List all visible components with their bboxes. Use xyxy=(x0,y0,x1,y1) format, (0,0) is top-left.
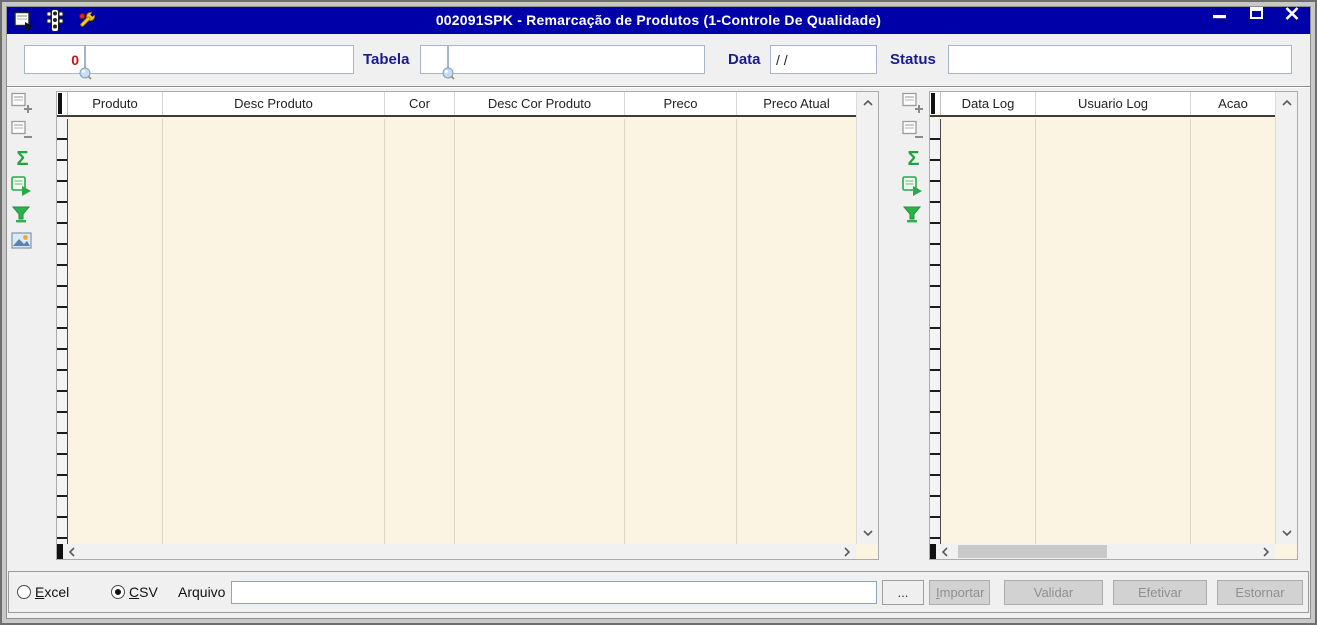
scroll-right-icon[interactable] xyxy=(1257,544,1275,559)
col-cor[interactable]: Cor xyxy=(385,92,455,115)
validar-button[interactable]: Validar xyxy=(1004,580,1103,605)
export-record-icon[interactable] xyxy=(10,174,33,197)
efetivar-button[interactable]: Efetivar xyxy=(1113,580,1207,605)
maximize-button[interactable] xyxy=(1249,6,1265,21)
wrench-icon[interactable] xyxy=(77,10,98,31)
sum-icon[interactable]: Σ xyxy=(902,148,925,171)
products-grid-header: Produto Desc Produto Cor Desc Cor Produt… xyxy=(57,92,856,117)
form-window-icon[interactable] xyxy=(14,11,35,32)
sum-icon[interactable]: Σ xyxy=(11,148,34,171)
lookup-icon[interactable] xyxy=(442,67,455,80)
col-produto[interactable]: Produto xyxy=(68,92,163,115)
arquivo-label: Arquivo xyxy=(178,584,226,600)
log-grid-body xyxy=(930,119,1275,544)
delete-record-icon[interactable] xyxy=(10,119,33,142)
scrollbar-corner xyxy=(856,544,878,559)
radio-csv-label[interactable]: CSV xyxy=(129,583,158,601)
scroll-left-icon[interactable] xyxy=(936,544,954,559)
scroll-down-icon[interactable] xyxy=(1276,523,1297,543)
scroll-left-icon[interactable] xyxy=(63,544,81,559)
scroll-down-icon[interactable] xyxy=(857,523,878,543)
image-icon[interactable] xyxy=(10,229,33,252)
log-grid-header: Data Log Usuario Log Acao xyxy=(930,92,1275,117)
vertical-scrollbar[interactable] xyxy=(1275,92,1297,544)
products-grid: Produto Desc Produto Cor Desc Cor Produt… xyxy=(56,91,879,560)
scroll-up-icon[interactable] xyxy=(857,93,878,113)
data-label: Data xyxy=(728,51,761,68)
tabela-label: Tabela xyxy=(363,51,410,68)
add-record-icon[interactable] xyxy=(901,91,924,114)
row-indicator-header xyxy=(57,92,68,115)
scroll-right-icon[interactable] xyxy=(838,544,856,559)
radio-excel[interactable] xyxy=(17,585,31,599)
title-bar: 002091SPK - Remarcação de Produtos (1-Co… xyxy=(7,7,1310,34)
tabela-description-input[interactable] xyxy=(448,45,705,74)
code-description-input[interactable] xyxy=(85,45,354,74)
log-grid: Data Log Usuario Log Acao xyxy=(929,91,1298,560)
col-desc-cor-produto[interactable]: Desc Cor Produto xyxy=(455,92,625,115)
scroll-up-icon[interactable] xyxy=(1276,93,1297,113)
importar-button[interactable]: Importar xyxy=(929,580,990,605)
col-data-log[interactable]: Data Log xyxy=(941,92,1036,115)
filter-icon[interactable] xyxy=(10,203,33,226)
radio-csv[interactable] xyxy=(111,585,125,599)
filter-icon[interactable] xyxy=(901,203,924,226)
col-usuario-log[interactable]: Usuario Log xyxy=(1036,92,1191,115)
close-button[interactable] xyxy=(1284,6,1300,21)
window-title: 002091SPK - Remarcação de Produtos (1-Co… xyxy=(435,12,882,28)
radio-excel-label[interactable]: Excel xyxy=(35,583,69,601)
scrollbar-corner xyxy=(1275,544,1297,559)
lookup-icon[interactable] xyxy=(79,67,92,80)
vertical-scrollbar[interactable] xyxy=(856,92,878,544)
row-indicator-column xyxy=(57,119,68,544)
minimize-button[interactable] xyxy=(1212,6,1228,21)
scrollbar-thumb[interactable] xyxy=(958,545,1107,558)
status-input[interactable] xyxy=(948,45,1292,74)
add-record-icon[interactable] xyxy=(10,91,33,114)
browse-button[interactable]: ... xyxy=(882,580,924,605)
col-acao[interactable]: Acao xyxy=(1191,92,1275,115)
export-record-icon[interactable] xyxy=(901,174,924,197)
arquivo-input[interactable] xyxy=(231,581,877,604)
code-input[interactable] xyxy=(24,45,85,74)
horizontal-scrollbar[interactable] xyxy=(936,544,1275,559)
estornar-button[interactable]: Estornar xyxy=(1217,580,1303,605)
col-desc-produto[interactable]: Desc Produto xyxy=(163,92,385,115)
row-indicator-header xyxy=(930,92,941,115)
products-grid-body xyxy=(57,119,856,544)
semaphore-icon[interactable] xyxy=(45,9,66,32)
status-label: Status xyxy=(890,51,936,68)
delete-record-icon[interactable] xyxy=(901,119,924,142)
row-indicator-column xyxy=(930,119,941,544)
col-preco[interactable]: Preco xyxy=(625,92,737,115)
horizontal-scrollbar[interactable] xyxy=(63,544,856,559)
data-input[interactable] xyxy=(770,45,877,74)
col-preco-atual[interactable]: Preco Atual xyxy=(737,92,856,115)
